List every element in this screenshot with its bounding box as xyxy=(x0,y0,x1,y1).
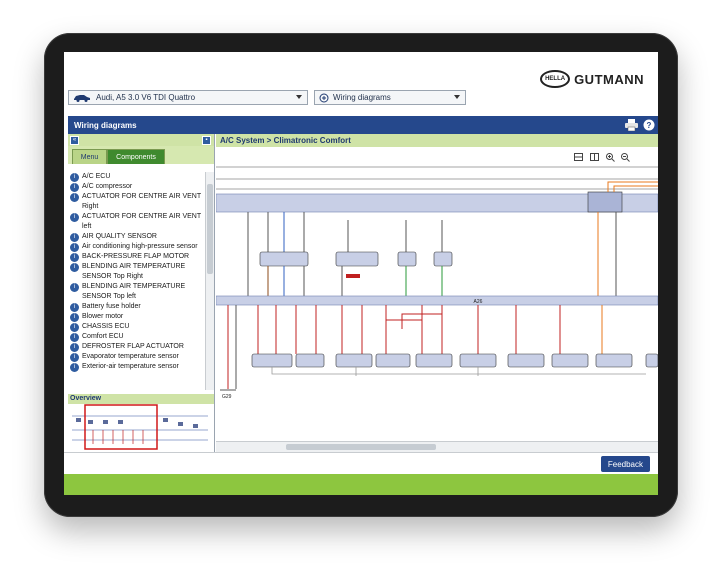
list-item-label: Blower motor xyxy=(82,313,124,320)
scrollbar-thumb[interactable] xyxy=(207,184,213,274)
list-item[interactable]: i AIR QUALITY SENSOR xyxy=(68,232,208,242)
function-select[interactable]: Wiring diagrams xyxy=(314,90,466,105)
tab-menu-label: Menu xyxy=(80,153,99,161)
diagram-pane: A/C System > Climatronic Comfort A26 G29 xyxy=(216,134,658,452)
list-item[interactable]: i Evaporator temperature sensor xyxy=(68,352,208,362)
list-item[interactable]: i BACK-PRESSURE FLAP MOTOR xyxy=(68,252,208,262)
diagram-horizontal-scrollbar[interactable] xyxy=(216,441,658,452)
feedback-label: Feedback xyxy=(607,459,643,469)
feedback-button[interactable]: Feedback xyxy=(600,456,650,472)
function-select-value: Wiring diagrams xyxy=(333,93,391,102)
info-icon: i xyxy=(70,333,79,342)
scrollbar-thumb[interactable] xyxy=(286,444,436,450)
list-item-label: ACTUATOR FOR CENTRE AIR VENT Right xyxy=(82,193,202,210)
help-icon[interactable]: ? xyxy=(643,119,655,131)
window-title-bar: Wiring diagrams ? xyxy=(68,116,658,134)
list-item-label: Comfort ECU xyxy=(82,333,124,340)
info-icon: i xyxy=(70,183,79,192)
list-item[interactable]: i BLENDING AIR TEMPERATURE SENSOR Top lef… xyxy=(68,282,208,302)
vehicle-select-value: Audi, A5 3.0 V6 TDI Quattro xyxy=(96,93,196,102)
info-icon: i xyxy=(70,283,79,292)
fit-width-icon[interactable] xyxy=(590,153,599,161)
list-item[interactable]: i CHASSIS ECU xyxy=(68,322,208,332)
list-item[interactable]: i A/C ECU xyxy=(68,172,208,182)
info-icon: i xyxy=(70,263,79,272)
car-icon xyxy=(74,95,90,102)
pin-icon[interactable]: ▪ xyxy=(202,136,211,145)
list-item-label: A/C ECU xyxy=(82,173,111,180)
breadcrumb: A/C System > Climatronic Comfort xyxy=(216,134,658,147)
info-icon: i xyxy=(70,243,79,252)
window-title: Wiring diagrams xyxy=(74,120,137,130)
wiring-icon xyxy=(319,93,329,102)
brand-name: GUTMANN xyxy=(574,71,644,87)
zoom-out-icon[interactable] xyxy=(621,153,630,162)
info-icon: i xyxy=(70,233,79,242)
double-chevron-left-icon[interactable]: « xyxy=(70,136,79,145)
ground-label: G29 xyxy=(222,394,232,400)
component-list-scrollbar[interactable] xyxy=(205,172,214,390)
footer-bar xyxy=(64,474,658,495)
info-icon: i xyxy=(70,193,79,202)
list-item-label: CHASSIS ECU xyxy=(82,323,130,330)
tab-menu[interactable]: Menu xyxy=(72,149,107,164)
list-item-label: BLENDING AIR TEMPERATURE SENSOR Top left xyxy=(82,283,186,300)
list-item-label: Evaporator temperature sensor xyxy=(82,353,179,360)
list-item-label: DEFROSTER FLAP ACTUATOR xyxy=(82,343,184,350)
tab-components-label: Components xyxy=(116,153,156,161)
list-item[interactable]: i BLENDING AIR TEMPERATURE SENSOR Top Rig… xyxy=(68,262,208,282)
overview-panel[interactable] xyxy=(68,404,214,452)
list-item[interactable]: i Blower motor xyxy=(68,312,208,322)
list-item[interactable]: i Air conditioning high-pressure sensor xyxy=(68,242,208,252)
bus-label: A26 xyxy=(474,299,483,305)
list-item-label: A/C compressor xyxy=(82,183,133,190)
printer-icon[interactable] xyxy=(625,119,638,131)
app-screen: HELLA GUTMANN Audi, A5 3.0 V6 TDI Quattr… xyxy=(64,52,658,495)
left-pane-tabs: Menu Components xyxy=(68,146,214,164)
chevron-down-icon xyxy=(454,95,460,99)
overview-header: Overview xyxy=(68,394,214,404)
info-icon: i xyxy=(70,253,79,262)
list-item[interactable]: i Battery fuse holder xyxy=(68,302,208,312)
brand-logo: HELLA GUTMANN xyxy=(540,70,644,88)
left-pane: « ▪ Menu Components i A/C ECU i A/C compres… xyxy=(68,134,215,452)
info-icon: i xyxy=(70,343,79,352)
chevron-down-icon xyxy=(296,95,302,99)
bottom-bar: Feedback xyxy=(64,452,658,475)
tab-components[interactable]: Components xyxy=(107,149,165,164)
fit-page-icon[interactable] xyxy=(574,153,583,161)
list-item[interactable]: i Comfort ECU xyxy=(68,332,208,342)
info-icon: i xyxy=(70,313,79,322)
list-item-label: Air conditioning high-pressure sensor xyxy=(82,243,198,250)
info-icon: i xyxy=(70,173,79,182)
info-icon: i xyxy=(70,363,79,372)
list-item-label: BLENDING AIR TEMPERATURE SENSOR Top Righ… xyxy=(82,263,186,280)
info-icon: i xyxy=(70,213,79,222)
list-item[interactable]: i Exterior-air temperature sensor xyxy=(68,362,208,372)
list-item[interactable]: i A/C compressor xyxy=(68,182,208,192)
list-item[interactable]: i ACTUATOR FOR CENTRE AIR VENT left xyxy=(68,212,208,232)
list-item[interactable]: i DEFROSTER FLAP ACTUATOR xyxy=(68,342,208,352)
brand-badge: HELLA xyxy=(540,70,571,88)
info-icon: i xyxy=(70,323,79,332)
list-item-label: ACTUATOR FOR CENTRE AIR VENT left xyxy=(82,213,202,230)
vehicle-select[interactable]: Audi, A5 3.0 V6 TDI Quattro xyxy=(68,90,308,105)
info-icon: i xyxy=(70,303,79,312)
wiring-diagram[interactable]: A26 G29 xyxy=(216,164,658,440)
list-item[interactable]: i ACTUATOR FOR CENTRE AIR VENT Right xyxy=(68,192,208,212)
list-item-label: AIR QUALITY SENSOR xyxy=(82,233,157,240)
component-list: i A/C ECU i A/C compressor i ACTUATOR FOR CEN… xyxy=(68,172,208,390)
list-item-label: Exterior-air temperature sensor xyxy=(82,363,179,370)
zoom-in-icon[interactable] xyxy=(606,153,615,162)
left-pane-toolbar: « ▪ xyxy=(68,134,214,146)
info-icon: i xyxy=(70,353,79,362)
overview-minimap xyxy=(72,404,208,450)
svg-text:?: ? xyxy=(647,121,652,130)
list-item-label: Battery fuse holder xyxy=(82,303,141,310)
list-item-label: BACK-PRESSURE FLAP MOTOR xyxy=(82,253,190,260)
